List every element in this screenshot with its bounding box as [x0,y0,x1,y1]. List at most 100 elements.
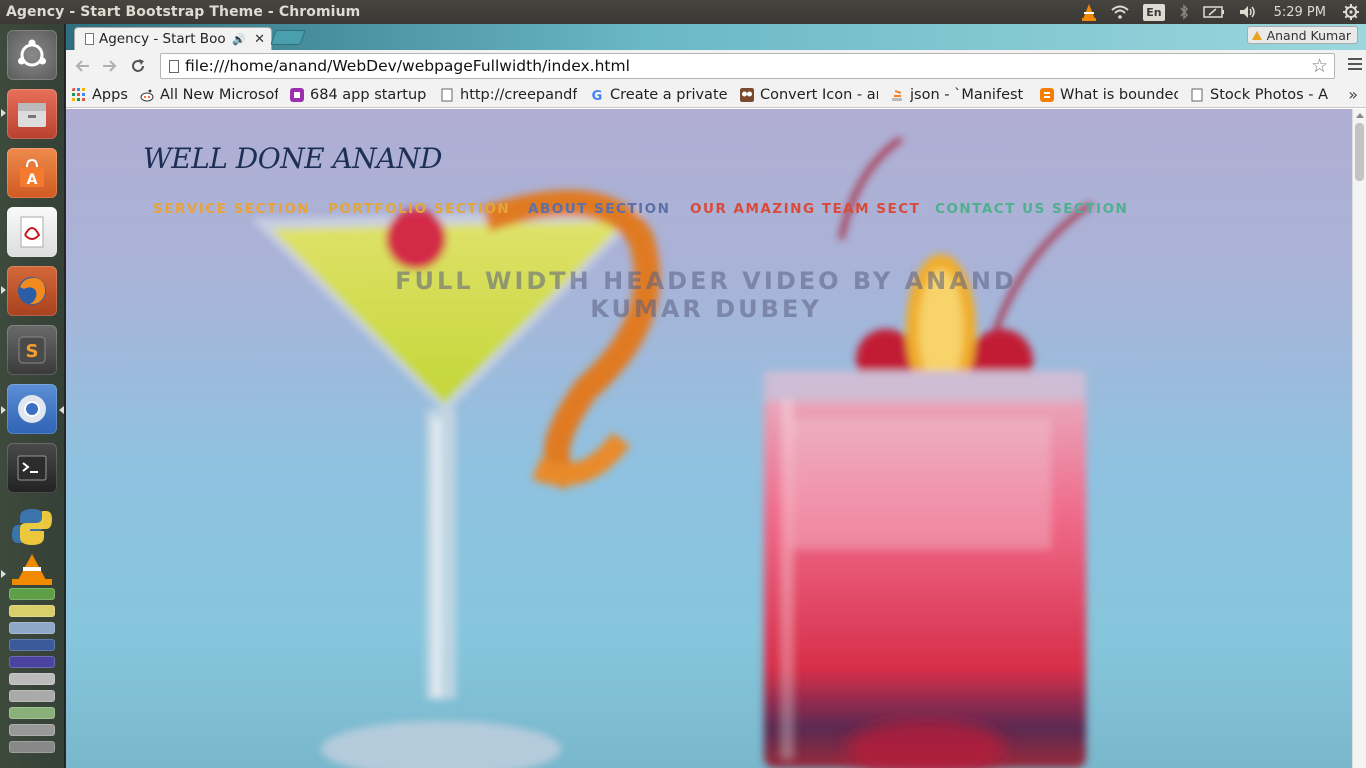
bookmark-item[interactable]: http://creepandf [434,82,584,107]
scrollbar-thumb[interactable] [1355,123,1364,181]
bookmark-item[interactable]: G Create a private C [584,82,734,107]
stacked-app-icon[interactable] [9,656,55,668]
wifi-icon[interactable] [1104,0,1136,24]
site-brand[interactable]: WELL DONE ANAND [143,142,442,175]
url-text: file:///home/anand/WebDev/webpageFullwid… [185,57,630,75]
terminal-icon[interactable] [7,443,57,493]
page-info-icon[interactable] [169,60,179,73]
nav-team-section[interactable]: OUR AMAZING TEAM SECT [690,201,920,217]
nav-service-section[interactable]: SERVICE SECTION [153,201,310,217]
svg-text:S: S [26,341,39,362]
google-icon: G [592,89,603,102]
keyboard-layout-indicator[interactable]: En [1136,0,1171,24]
bookmark-item[interactable]: All New Microsof [134,82,284,107]
hero-heading-line-1: FULL WIDTH HEADER VIDEO BY ANAND [395,267,1017,295]
hero-heading: FULL WIDTH HEADER VIDEO BY ANAND KUMAR D… [296,267,1116,323]
page-viewport: WELL DONE ANAND SERVICE SECTION PORTFOLI… [66,109,1352,768]
settings-gear-icon[interactable] [1336,0,1366,24]
chromium-icon[interactable] [7,384,57,434]
nav-contact-section[interactable]: CONTACT US SECTION [935,201,1128,217]
stacked-app-icon[interactable] [9,724,55,736]
document-viewer-icon[interactable] [7,207,57,257]
bookmark-star-icon[interactable]: ☆ [1311,55,1328,77]
bookmark-label: json - `Manifest fi [910,86,1028,103]
stacked-app-icon[interactable] [9,605,55,617]
python-icon[interactable] [7,502,57,552]
bookmark-item[interactable]: What is bounded [1034,82,1184,107]
page-icon [1191,88,1203,101]
stacked-app-icon[interactable] [9,673,55,685]
new-tab-button[interactable] [270,30,306,45]
address-bar[interactable]: file:///home/anand/WebDev/webpageFullwid… [160,53,1335,79]
bookmark-item[interactable]: Stock Photos - Ala [1184,82,1334,107]
bookmarks-bar: Apps All New Microsof 684 app startup i … [66,82,1366,108]
stacked-app-icon[interactable] [9,622,55,634]
battery-icon[interactable] [1196,0,1232,24]
page-icon [441,88,453,101]
window-title: Agency - Start Bootstrap Theme - Chromiu… [6,4,361,20]
close-tab-icon[interactable]: ✕ [254,32,265,47]
svg-text:G: G [592,89,603,102]
profile-name: Anand Kumar [1266,27,1351,43]
vlc-icon[interactable] [7,551,57,587]
profile-button[interactable]: Anand Kumar [1246,26,1358,44]
sublime-text-icon[interactable]: S [7,325,57,375]
bluetooth-icon[interactable] [1172,0,1196,24]
reload-button[interactable] [124,52,152,80]
vlc-tray-icon[interactable] [1074,0,1104,24]
stackoverflow-icon [892,89,902,101]
stacked-app-icon[interactable] [9,707,55,719]
warning-icon [1251,30,1262,40]
audio-playing-icon[interactable]: 🔊 [232,33,246,46]
bookmark-label: Stock Photos - Ala [1210,86,1328,103]
page-scrollbar[interactable] [1352,109,1366,768]
apps-grid-icon [72,87,85,101]
bookmark-item[interactable]: 684 app startup i [284,82,434,107]
nav-portfolio-section[interactable]: PORTFOLIO SECTION [328,201,510,217]
stacked-app-icon[interactable] [9,741,55,753]
files-icon[interactable] [7,89,57,139]
dash-home-icon[interactable] [7,30,57,80]
menu-icon[interactable] [1348,58,1362,73]
launcher: A S [0,24,65,768]
stacked-app-icon[interactable] [9,639,55,651]
bookmark-item[interactable]: json - `Manifest fi [884,82,1034,107]
nav-about-section[interactable]: ABOUT SECTION [528,201,670,217]
svg-text:A: A [27,172,38,188]
more-bookmarks-chevron-icon[interactable]: » [1348,85,1358,104]
converter-icon [740,87,754,102]
firefox-icon[interactable] [7,266,57,316]
bookmark-label: Convert Icon - an [760,86,878,103]
tab-strip: Agency - Start Boo 🔊 ✕ Anand Kumar [66,24,1366,50]
running-indicator [1,570,6,578]
software-center-icon[interactable]: A [7,148,57,198]
stacked-app-icon[interactable] [9,690,55,702]
bookmark-label: Apps [92,86,128,103]
tab-title: Agency - Start Boo [99,31,226,47]
reddit-icon [140,89,154,101]
blogger-icon [1040,87,1054,102]
page-icon [85,33,94,45]
bookmark-label: All New Microsof [160,86,278,103]
stacked-app-icon[interactable] [9,588,55,600]
running-indicator [1,109,6,117]
bookmark-item[interactable]: Convert Icon - an [734,82,884,107]
bookmark-label: http://creepandf [460,86,578,103]
bookmark-apps[interactable]: Apps [66,82,134,107]
running-indicator [1,406,6,414]
scroll-up-arrow-icon[interactable] [1356,113,1364,118]
volume-icon[interactable] [1232,0,1264,24]
bookmark-label: 684 app startup i [310,86,428,103]
forward-button[interactable] [96,52,124,80]
focused-indicator [59,406,64,414]
clock[interactable]: 5:29 PM [1264,0,1336,24]
keyboard-layout-label: En [1143,3,1165,21]
indicator-area: En 5:29 PM [1074,0,1366,24]
running-indicator [1,286,6,294]
browser-window: Agency - Start Boo 🔊 ✕ Anand Kumar file:… [66,24,1366,768]
back-button[interactable] [68,52,96,80]
browser-tab[interactable]: Agency - Start Boo 🔊 ✕ [74,27,272,50]
hero-heading-line-2: KUMAR DUBEY [590,295,822,323]
bookmark-label: Create a private C [610,86,728,103]
bookmark-label: What is bounded [1060,86,1178,103]
